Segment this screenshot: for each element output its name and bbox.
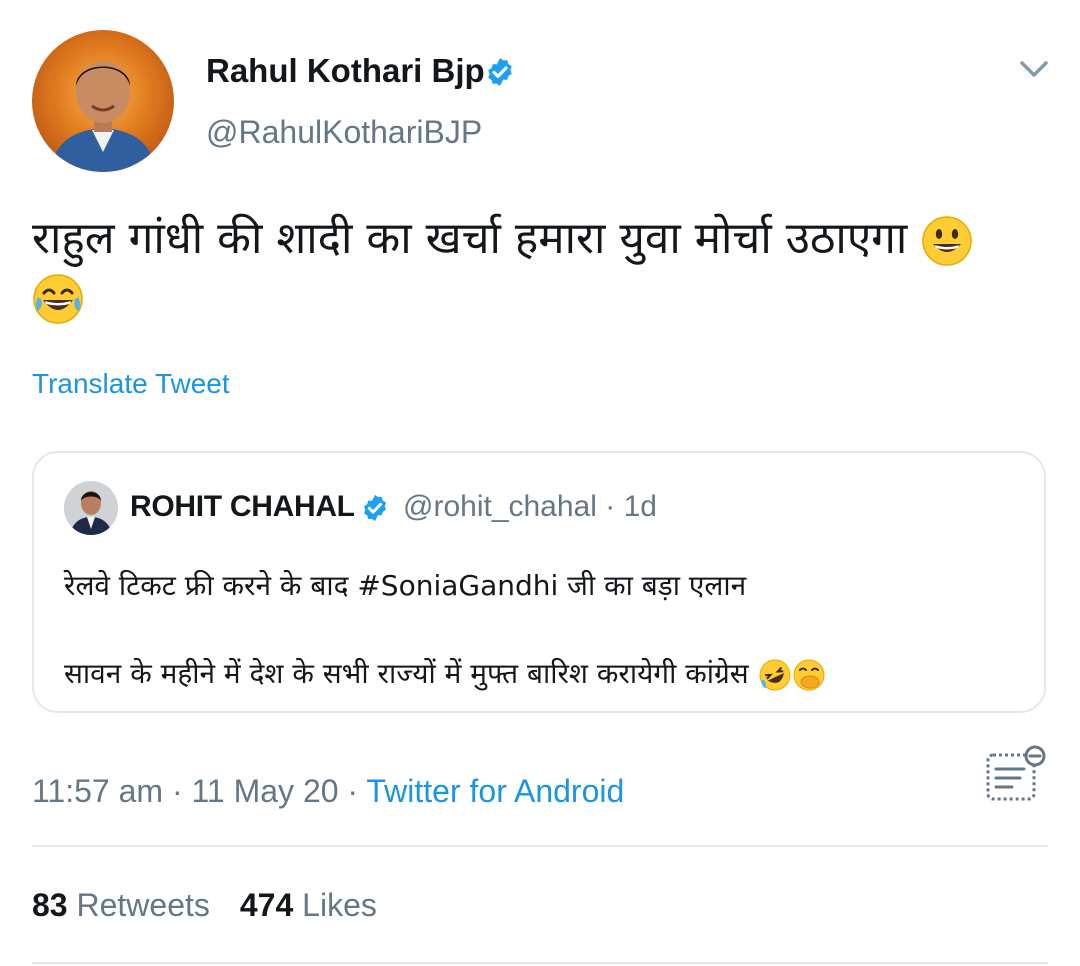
separator-dot: · bbox=[605, 490, 616, 523]
divider bbox=[32, 845, 1048, 847]
divider bbox=[32, 962, 1048, 964]
tweet-text-content: राहुल गांधी की शादी का खर्चा हमारा युवा … bbox=[32, 213, 908, 264]
separator-dot: · bbox=[171, 773, 183, 809]
quoted-author-meta: @rohit_chahal · 1d bbox=[403, 490, 657, 524]
quoted-author-handle: @rohit_chahal bbox=[403, 490, 597, 523]
verified-badge-icon bbox=[360, 493, 390, 523]
tweet-date: 11 May 20 bbox=[191, 773, 339, 809]
tweet-analytics-icon[interactable] bbox=[984, 745, 1048, 803]
like-count[interactable]: 474 bbox=[240, 887, 293, 923]
retweet-count[interactable]: 83 bbox=[32, 887, 68, 923]
grinning-face-icon bbox=[921, 215, 973, 267]
tweet-source-link[interactable]: Twitter for Android bbox=[366, 773, 624, 809]
retweet-label[interactable]: Retweets bbox=[76, 887, 209, 923]
rolling-on-floor-laughing-icon bbox=[758, 658, 792, 692]
chevron-down-icon[interactable] bbox=[1012, 54, 1056, 84]
quoted-tweet-line-2-text: सावन के महीने में देश के सभी राज्यों में… bbox=[64, 657, 749, 690]
quoted-author-avatar[interactable] bbox=[64, 481, 118, 535]
author-avatar[interactable] bbox=[32, 30, 174, 172]
engagement-stats: 83 Retweets 474 Likes bbox=[32, 887, 377, 924]
tweet-text: राहुल गांधी की शादी का खर्चा हमारा युवा … bbox=[32, 210, 1042, 326]
tweet-meta: 11:57 am · 11 May 20 · Twitter for Andro… bbox=[32, 773, 624, 810]
like-label[interactable]: Likes bbox=[302, 887, 377, 923]
quoted-tweet-age: 1d bbox=[623, 490, 657, 523]
quoted-author-name: ROHIT CHAHAL bbox=[130, 490, 355, 523]
face-with-hand-over-mouth-icon bbox=[792, 658, 826, 692]
quoted-tweet-line-1: रेलवे टिकट फ्री करने के बाद #SoniaGandhi… bbox=[64, 569, 747, 602]
author-display-name[interactable]: Rahul Kothari Bjp bbox=[206, 52, 485, 90]
quoted-tweet-line-2: सावन के महीने में देश के सभी राज्यों में… bbox=[64, 654, 826, 692]
face-with-tears-of-joy-icon bbox=[32, 273, 84, 325]
separator-dot: · bbox=[347, 773, 359, 809]
translate-tweet-link[interactable]: Translate Tweet bbox=[32, 368, 230, 400]
author-handle[interactable]: @RahulKothariBJP bbox=[206, 114, 482, 151]
verified-badge-icon bbox=[484, 56, 516, 88]
tweet-time: 11:57 am bbox=[32, 773, 164, 809]
